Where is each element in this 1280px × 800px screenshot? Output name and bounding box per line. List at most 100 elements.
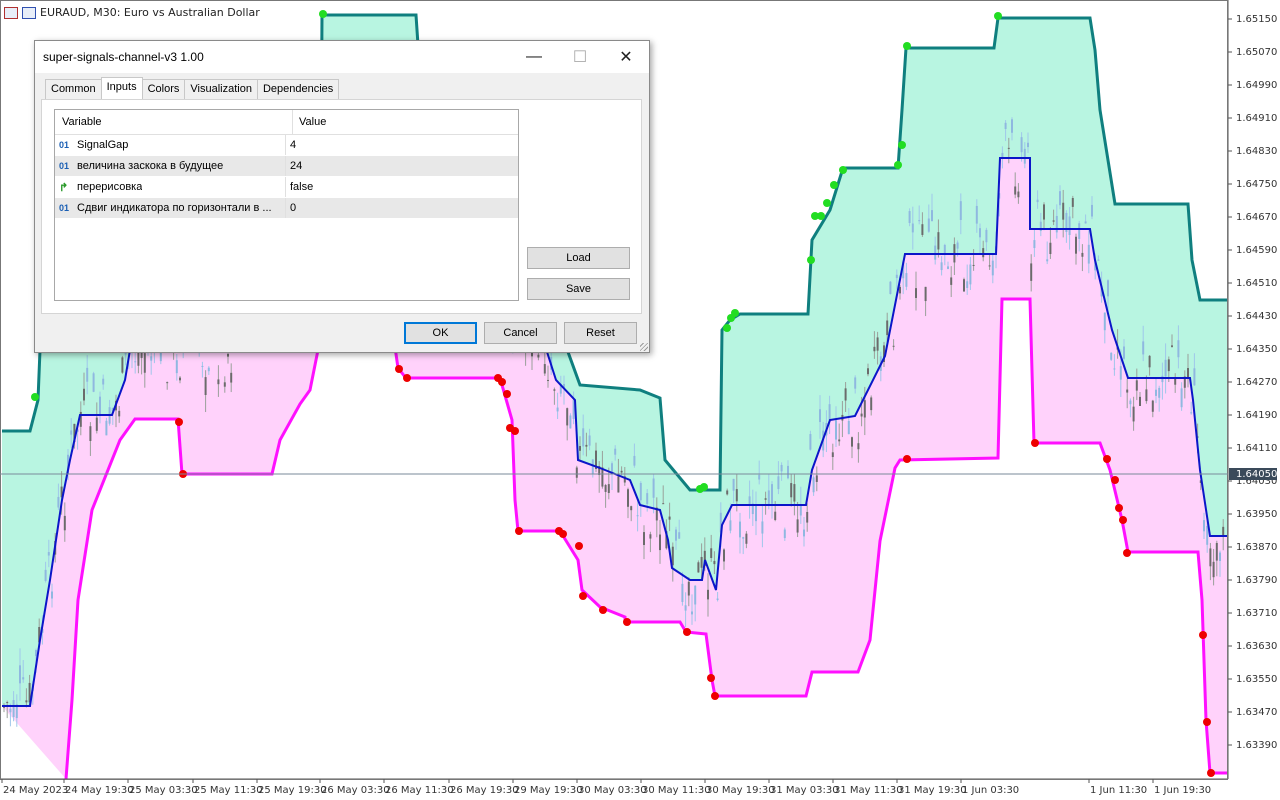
tab-inputs[interactable]: Inputs: [100, 77, 143, 101]
candle-body: [809, 434, 812, 450]
input-row-future-jump[interactable]: 01 величина заскока в будущее 24: [55, 156, 518, 177]
candle-body: [1129, 400, 1132, 405]
time-tick-label: 1 Jun 19:30: [1154, 785, 1211, 796]
reset-button[interactable]: Reset: [564, 322, 637, 344]
tab-visualization[interactable]: Visualization: [184, 79, 258, 99]
candle-body: [569, 415, 572, 429]
candle-body: [95, 417, 98, 431]
input-row-redraw[interactable]: ↱ перерисовка false: [55, 177, 518, 198]
candle-body: [1059, 191, 1061, 206]
candle-body: [1135, 380, 1138, 391]
candle-body: [1033, 240, 1036, 249]
candle-body: [1164, 359, 1167, 377]
candle-body: [1052, 220, 1055, 222]
buy-signal-dot: [31, 393, 39, 401]
value-column-header[interactable]: Value: [293, 116, 326, 128]
price-tick-label: 1.64670: [1236, 212, 1277, 223]
candle-body: [1151, 400, 1154, 412]
candle-body: [1177, 340, 1180, 358]
candle-body: [806, 511, 809, 523]
value-cell[interactable]: false: [286, 181, 313, 193]
value-cell[interactable]: 4: [286, 139, 296, 151]
sell-signal-dot: [1111, 476, 1119, 484]
candle-body: [1158, 387, 1161, 398]
tab-colors[interactable]: Colors: [141, 79, 186, 99]
save-button[interactable]: Save: [527, 278, 630, 300]
buy-signal-dot: [817, 212, 825, 220]
candle-body: [1171, 345, 1173, 347]
candle-body: [982, 248, 985, 258]
price-tick-label: 1.63870: [1236, 542, 1277, 553]
price-tick-label: 1.63630: [1236, 641, 1277, 652]
sell-signal-dot: [683, 628, 691, 636]
input-row-horizontal-shift[interactable]: 01 Сдвиг индикатора по горизонтали в ... …: [55, 198, 518, 219]
ok-button[interactable]: OK: [404, 322, 477, 344]
value-cell[interactable]: 0: [286, 202, 296, 214]
candle-body: [92, 373, 95, 392]
candle-body: [70, 430, 73, 435]
candle-body: [1155, 389, 1157, 396]
candle-body: [1036, 199, 1039, 203]
candle-body: [687, 581, 690, 596]
candle-body: [745, 533, 748, 544]
candle-body: [668, 516, 671, 520]
candle-body: [870, 397, 873, 411]
price-tick-label: 1.64430: [1236, 311, 1277, 322]
tab-dependencies[interactable]: Dependencies: [256, 79, 340, 99]
candle-body: [51, 591, 53, 599]
candle-body: [1190, 412, 1193, 414]
cancel-button[interactable]: Cancel: [484, 322, 557, 344]
candle-body: [102, 378, 105, 385]
candle-body: [12, 700, 15, 718]
candle-body: [908, 211, 911, 224]
candle-body: [729, 520, 732, 531]
candle-body: [201, 365, 204, 367]
time-tick-label: 31 May 11:30: [834, 785, 903, 796]
candle-body: [774, 511, 777, 521]
candle-body: [975, 205, 978, 224]
candle-body: [966, 281, 969, 288]
input-row-signalgap[interactable]: 01 SignalGap 4: [55, 135, 518, 156]
chart-window-icon[interactable]: [22, 6, 36, 19]
maximize-button: ☐: [572, 49, 588, 66]
candle-body: [1126, 389, 1129, 393]
candle-body: [940, 262, 943, 271]
price-tick-label: 1.64990: [1236, 80, 1277, 91]
candle-body: [710, 548, 713, 558]
buy-signal-dot: [823, 199, 831, 207]
inputs-grid: Variable Value 01 SignalGap 4 01 величина …: [54, 109, 519, 301]
close-button[interactable]: ✕: [603, 41, 649, 73]
chart-list-icon[interactable]: [4, 6, 18, 19]
variable-name: перерисовка: [77, 181, 143, 193]
buy-signal-dot: [898, 141, 906, 149]
time-tick-label: 31 May 19:30: [898, 785, 967, 796]
candle-body: [556, 407, 559, 412]
candle-body: [633, 455, 636, 466]
buy-signal-dot: [894, 161, 902, 169]
candle-body: [1087, 244, 1090, 264]
price-tick-label: 1.64910: [1236, 113, 1277, 124]
candle-body: [799, 504, 802, 516]
indicator-properties-dialog: super-signals-channel-v3 1.00 — ☐ ✕ Comm…: [34, 40, 650, 353]
sell-signal-dot: [903, 455, 911, 463]
load-button[interactable]: Load: [527, 247, 630, 269]
candle-body: [767, 490, 770, 506]
buy-signal-dot: [731, 309, 739, 317]
value-cell[interactable]: 24: [286, 160, 302, 172]
time-tick-label: 30 May 19:30: [706, 785, 775, 796]
current-price-label: 1.64050: [1236, 469, 1277, 480]
candle-body: [1017, 191, 1020, 198]
resize-grip-icon[interactable]: [640, 343, 648, 351]
candle-body: [742, 537, 745, 539]
tab-common[interactable]: Common: [45, 79, 102, 99]
minimize-button[interactable]: —: [511, 41, 557, 73]
variable-column-header[interactable]: Variable: [55, 110, 293, 134]
dialog-titlebar[interactable]: super-signals-channel-v3 1.00 — ☐ ✕: [35, 41, 649, 73]
candle-body: [931, 210, 933, 222]
candle-body: [911, 223, 914, 233]
candle-body: [22, 677, 25, 680]
candle-body: [1148, 355, 1151, 368]
candle-body: [924, 286, 927, 302]
candle-body: [1203, 520, 1205, 532]
candle-body: [636, 515, 639, 517]
